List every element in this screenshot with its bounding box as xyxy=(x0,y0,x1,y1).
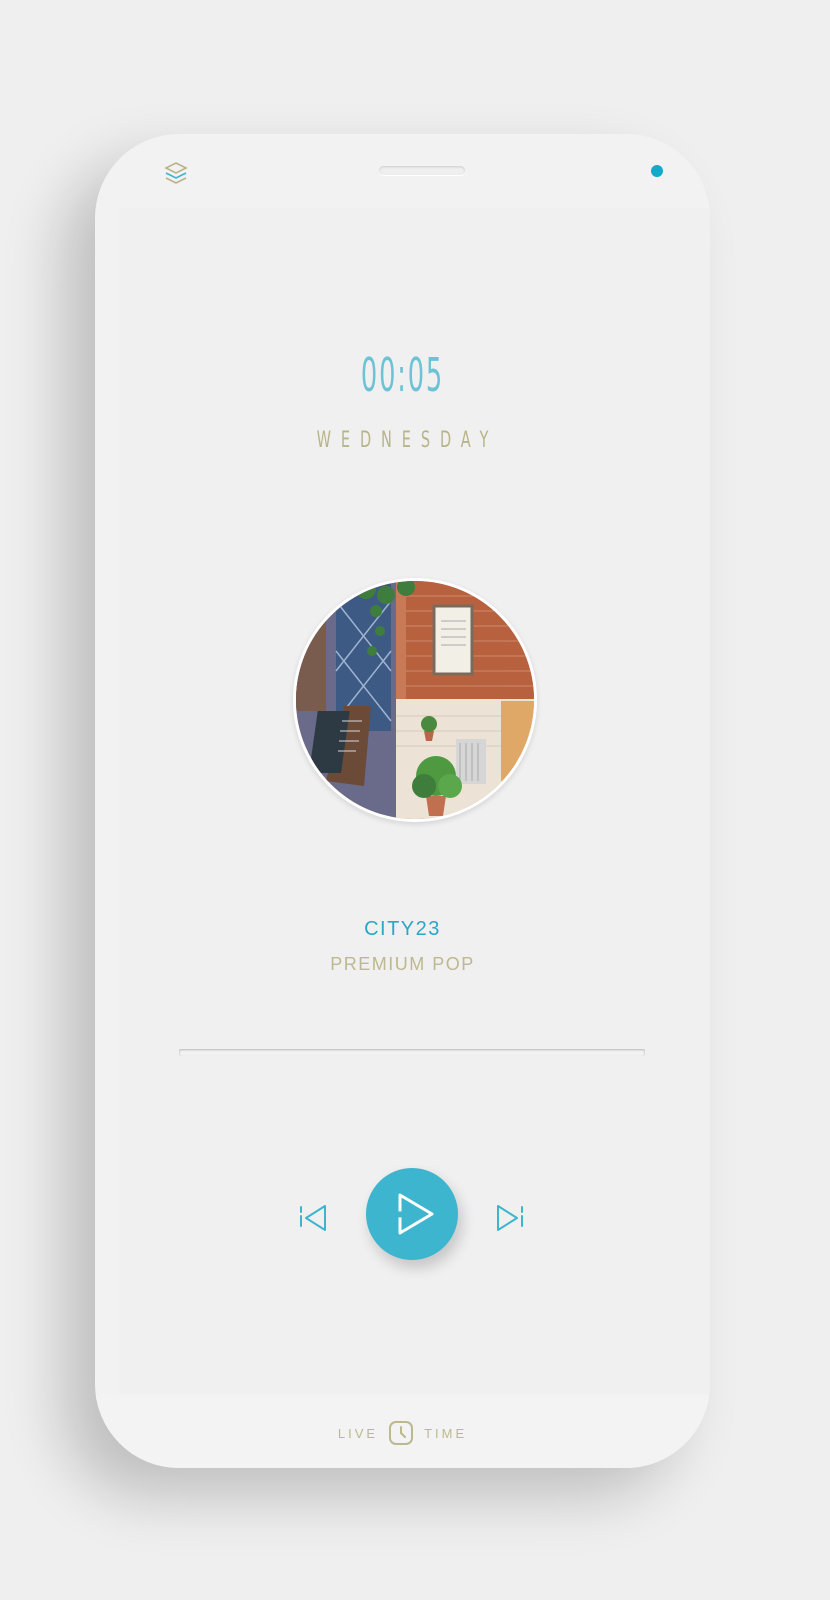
next-track-icon xyxy=(497,1205,523,1231)
previous-track-icon xyxy=(300,1205,326,1231)
layers-icon[interactable] xyxy=(163,160,189,186)
play-button[interactable] xyxy=(366,1168,458,1260)
brand-label: LIVE TIME xyxy=(95,1420,710,1446)
album-cover[interactable] xyxy=(293,578,537,822)
next-track-button[interactable] xyxy=(493,1202,525,1234)
track-title: CITY23 xyxy=(364,918,441,940)
phone-frame: 00:05 WEDNESDAY CITY23 PREMIUM POP LIVE … xyxy=(95,134,710,1468)
clock-day: WEDNESDAY xyxy=(316,428,499,453)
previous-track-button[interactable] xyxy=(298,1202,330,1234)
brand-left-text: LIVE xyxy=(337,1425,379,1441)
speaker-slot xyxy=(379,166,465,175)
status-dot xyxy=(651,165,663,177)
progress-bar[interactable] xyxy=(179,1049,645,1056)
footer-band: LIVE TIME xyxy=(95,1394,710,1468)
play-icon xyxy=(398,1193,434,1235)
brand-right-text: TIME xyxy=(424,1425,468,1441)
top-bar xyxy=(95,134,710,208)
clock-time: 00:05 xyxy=(360,348,445,402)
clock-icon xyxy=(388,1420,414,1446)
track-genre: PREMIUM POP xyxy=(330,954,475,974)
